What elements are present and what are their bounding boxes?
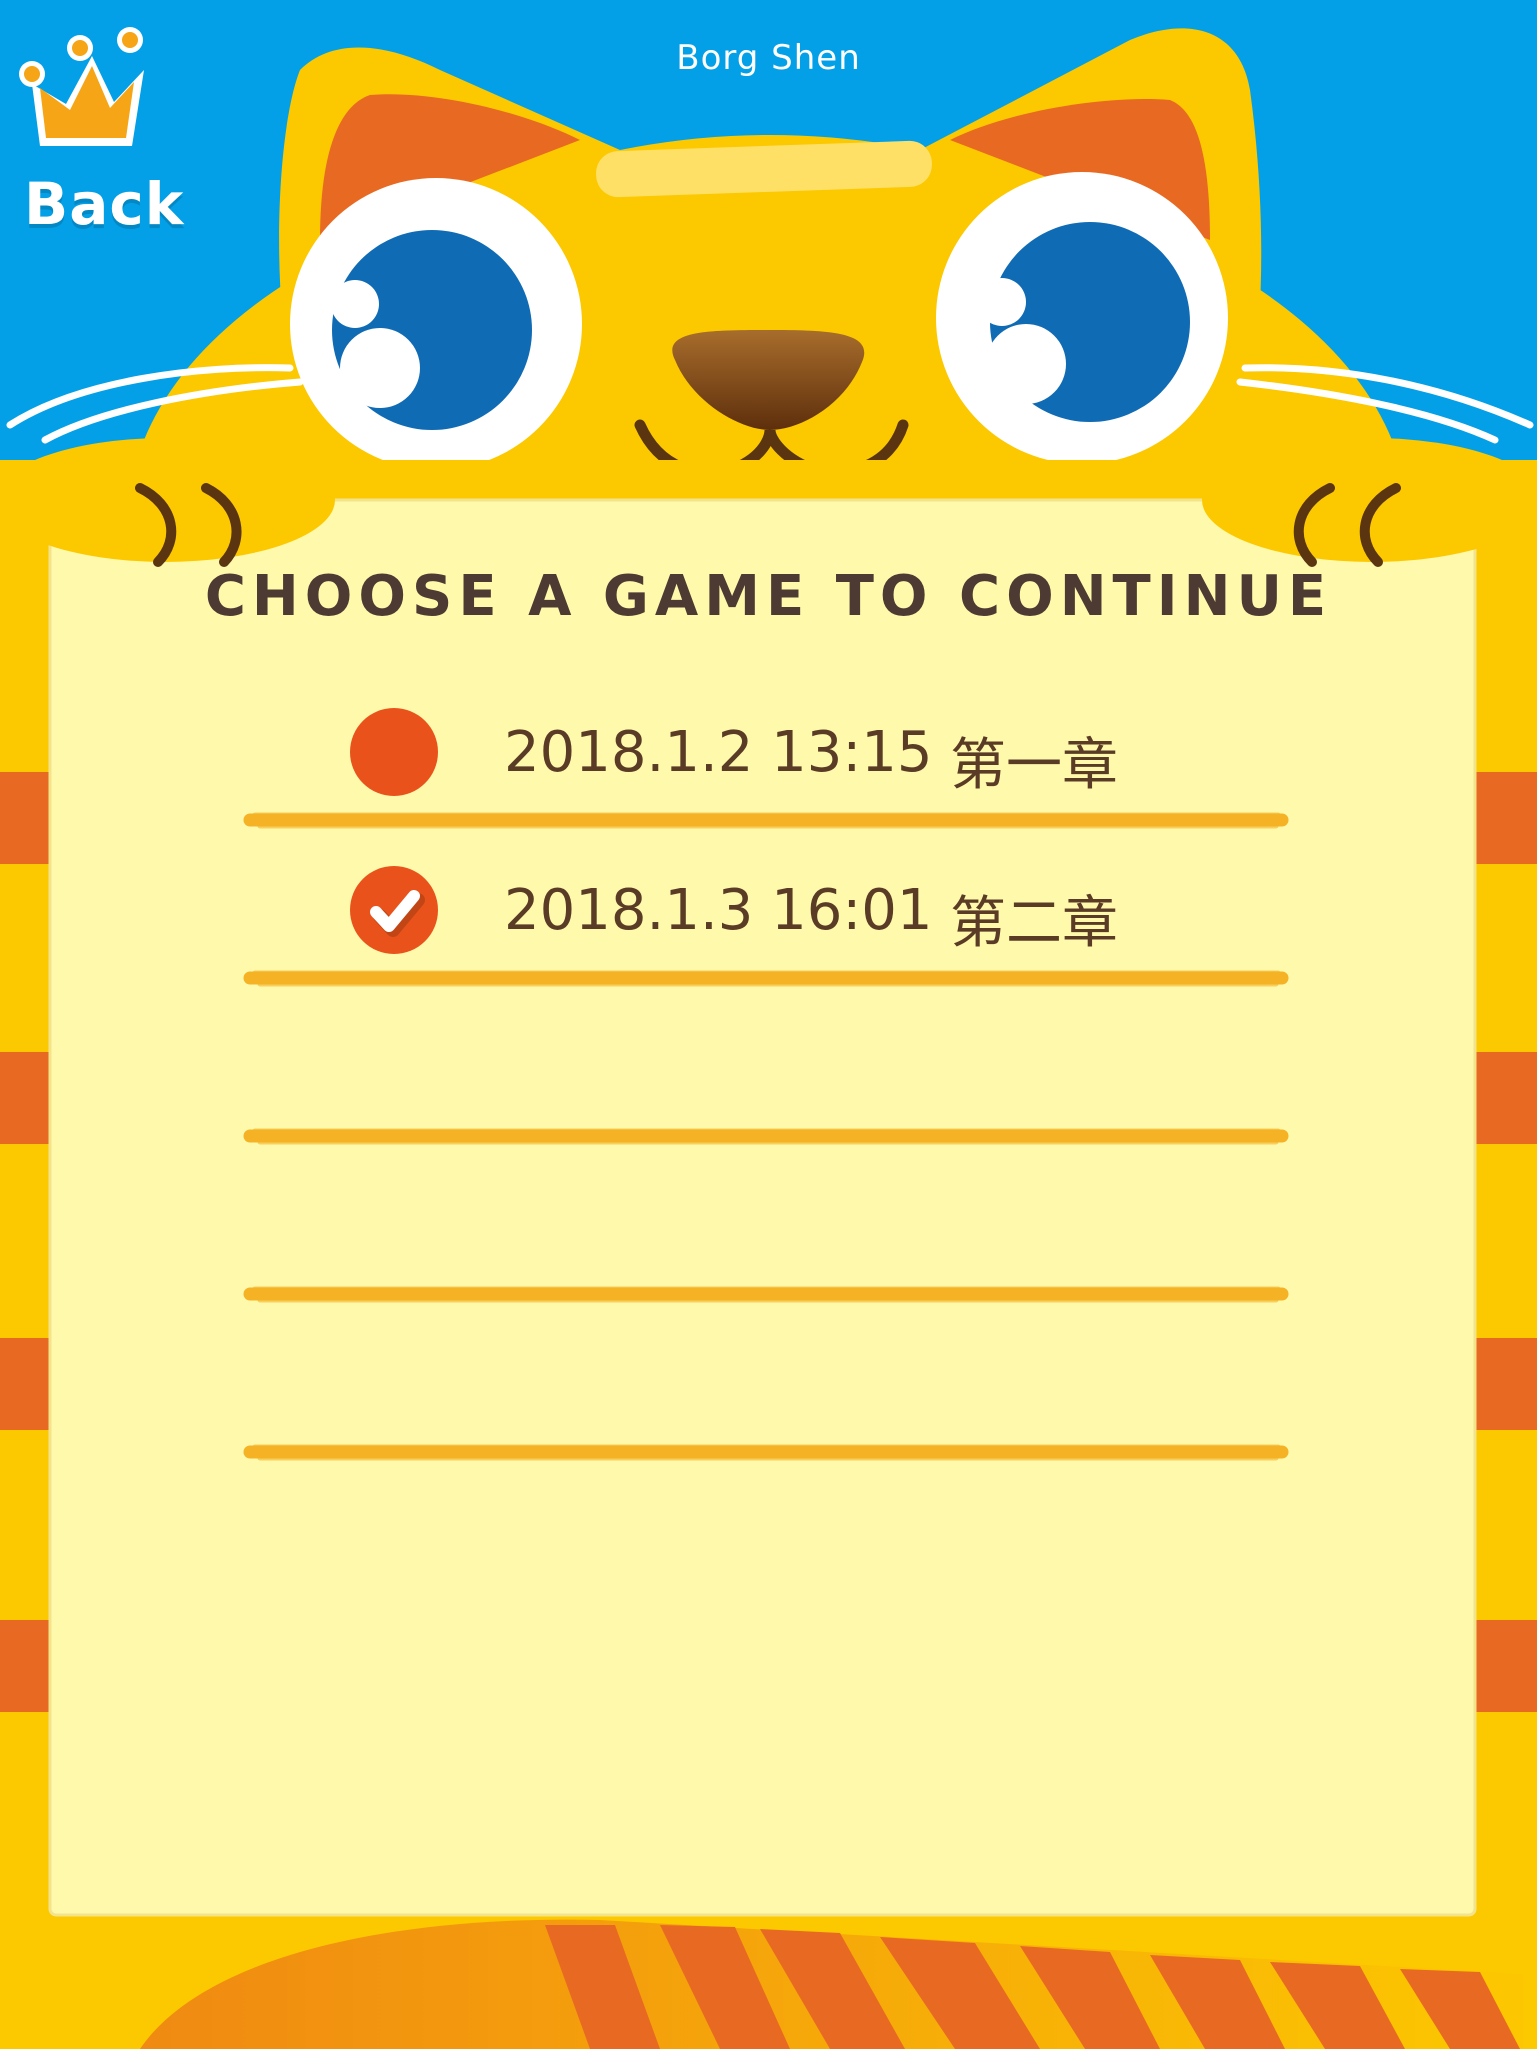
save-chapter: 第一章 [950, 733, 1118, 798]
left-eye [290, 178, 582, 470]
player-name: Borg Shen [676, 38, 861, 78]
slot-marker-icon [350, 708, 438, 796]
crown-icon [19, 27, 144, 146]
empty-save-slot-3[interactable] [250, 998, 1290, 1138]
page-title: CHOOSE A GAME TO CONTINUE [204, 564, 1333, 629]
empty-save-slot-4[interactable] [250, 1156, 1290, 1296]
save-slot-2[interactable]: 2018.1.3 16:01 第二章 [330, 856, 1230, 966]
save-slot-1[interactable]: 2018.1.2 13:15 第一章 [330, 698, 1230, 808]
save-date: 2018.1.3 16:01 [504, 878, 933, 943]
right-eye [936, 172, 1228, 464]
back-label: Back [24, 170, 185, 238]
back-button[interactable]: Back [10, 22, 183, 238]
line-1 [243, 812, 1289, 829]
left-paw [0, 438, 335, 567]
save-chapter: 第二章 [950, 891, 1118, 956]
empty-save-slot-5[interactable] [250, 1314, 1290, 1454]
checkmark-icon [350, 866, 438, 954]
right-paw [1202, 438, 1537, 567]
save-date: 2018.1.2 13:15 [504, 720, 933, 785]
line-2 [243, 970, 1289, 987]
